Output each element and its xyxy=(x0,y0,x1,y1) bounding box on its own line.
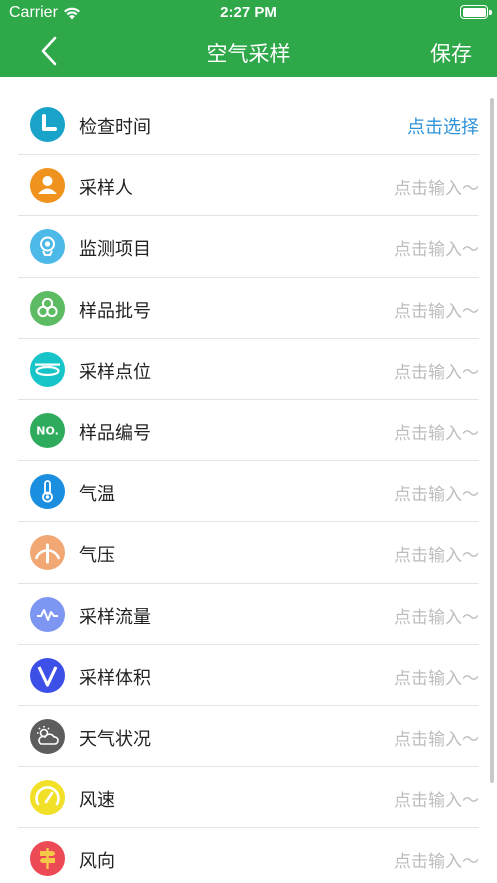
scrollbar[interactable] xyxy=(490,98,494,783)
row-temperature[interactable]: 气温 点击输入～ xyxy=(18,461,479,523)
ring-icon xyxy=(30,351,65,387)
person-icon xyxy=(30,168,65,204)
status-time: 2:27 PM xyxy=(220,4,277,21)
row-value[interactable]: 点击输入～ xyxy=(394,419,479,444)
row-sampling-point[interactable]: 采样点位 点击输入～ xyxy=(18,339,479,400)
row-label: 气压 xyxy=(79,545,115,567)
row-label: 采样体积 xyxy=(79,667,151,689)
row-label: 检查时间 xyxy=(79,117,151,138)
row-label: 采样点位 xyxy=(79,361,151,383)
row-wind-speed[interactable]: 风速 点击输入～ xyxy=(18,767,479,829)
row-weather[interactable]: 天气状况 点击输入～ xyxy=(18,706,479,768)
row-label: 风向 xyxy=(79,851,115,873)
row-batch-number[interactable]: 样品批号 点击输入～ xyxy=(18,278,479,339)
row-label: 气温 xyxy=(79,484,115,506)
row-value[interactable]: 点击输入～ xyxy=(394,174,479,199)
row-value[interactable]: 点击选择 xyxy=(407,113,479,139)
nav-bar: 空气采样 保存 xyxy=(0,26,497,77)
status-bar: Carrier 2:27 PM xyxy=(0,0,497,26)
row-value[interactable]: 点击输入～ xyxy=(394,603,479,628)
row-monitor-item[interactable]: 监测项目 点击输入～ xyxy=(18,216,479,278)
row-check-time[interactable]: 检查时间 点击选择 xyxy=(18,94,479,156)
battery-icon xyxy=(460,5,488,19)
number-icon: NO. xyxy=(30,412,65,448)
gauge-icon xyxy=(30,535,65,571)
row-sampling-volume[interactable]: 采样体积 点击输入～ xyxy=(18,645,479,706)
svg-text:NO.: NO. xyxy=(36,424,59,437)
row-value[interactable]: 点击输入～ xyxy=(394,480,479,505)
weather-icon xyxy=(30,718,65,754)
monitor-icon xyxy=(30,229,65,265)
row-label: 样品批号 xyxy=(79,300,151,322)
row-value[interactable]: 点击输入～ xyxy=(394,664,479,689)
thermometer-icon xyxy=(30,474,65,510)
row-label: 风速 xyxy=(79,790,115,812)
row-wind-direction[interactable]: 风向 点击输入～ xyxy=(18,828,479,883)
clock-icon xyxy=(30,107,65,142)
page-title: 空气采样 xyxy=(206,42,291,66)
row-value[interactable]: 点击输入～ xyxy=(394,725,479,750)
row-pressure[interactable]: 气压 点击输入～ xyxy=(18,522,479,584)
row-value[interactable]: 点击输入～ xyxy=(394,786,479,811)
row-value[interactable]: 点击输入～ xyxy=(394,358,479,383)
save-button[interactable]: 保存 xyxy=(430,38,472,68)
row-label: 采样人 xyxy=(79,178,133,200)
speedometer-icon xyxy=(30,780,65,816)
v-icon xyxy=(30,657,65,693)
battery-tip xyxy=(489,10,492,15)
row-value[interactable]: 点击输入～ xyxy=(394,297,479,322)
navigation-header: Carrier 2:27 PM 空气采样 保存 xyxy=(0,0,497,77)
row-sampler[interactable]: 采样人 点击输入～ xyxy=(18,155,479,217)
row-label: 天气状况 xyxy=(79,728,151,750)
pulse-icon xyxy=(30,596,65,632)
row-flow-rate[interactable]: 采样流量 点击输入～ xyxy=(18,584,479,645)
batch-icon xyxy=(30,290,65,326)
row-label: 监测项目 xyxy=(79,239,151,261)
row-value[interactable]: 点击输入～ xyxy=(394,541,479,566)
row-label: 采样流量 xyxy=(79,606,151,628)
row-label: 样品编号 xyxy=(79,422,151,444)
form-list: 检查时间 点击选择 采样人 点击输入～ 监测项目 点击输入～ 样品批号 点击输入… xyxy=(18,94,479,883)
row-sample-number[interactable]: NO. 样品编号 点击输入～ xyxy=(18,400,479,462)
signpost-icon xyxy=(30,841,65,877)
row-value[interactable]: 点击输入～ xyxy=(394,235,479,260)
row-value[interactable]: 点击输入～ xyxy=(394,847,479,872)
